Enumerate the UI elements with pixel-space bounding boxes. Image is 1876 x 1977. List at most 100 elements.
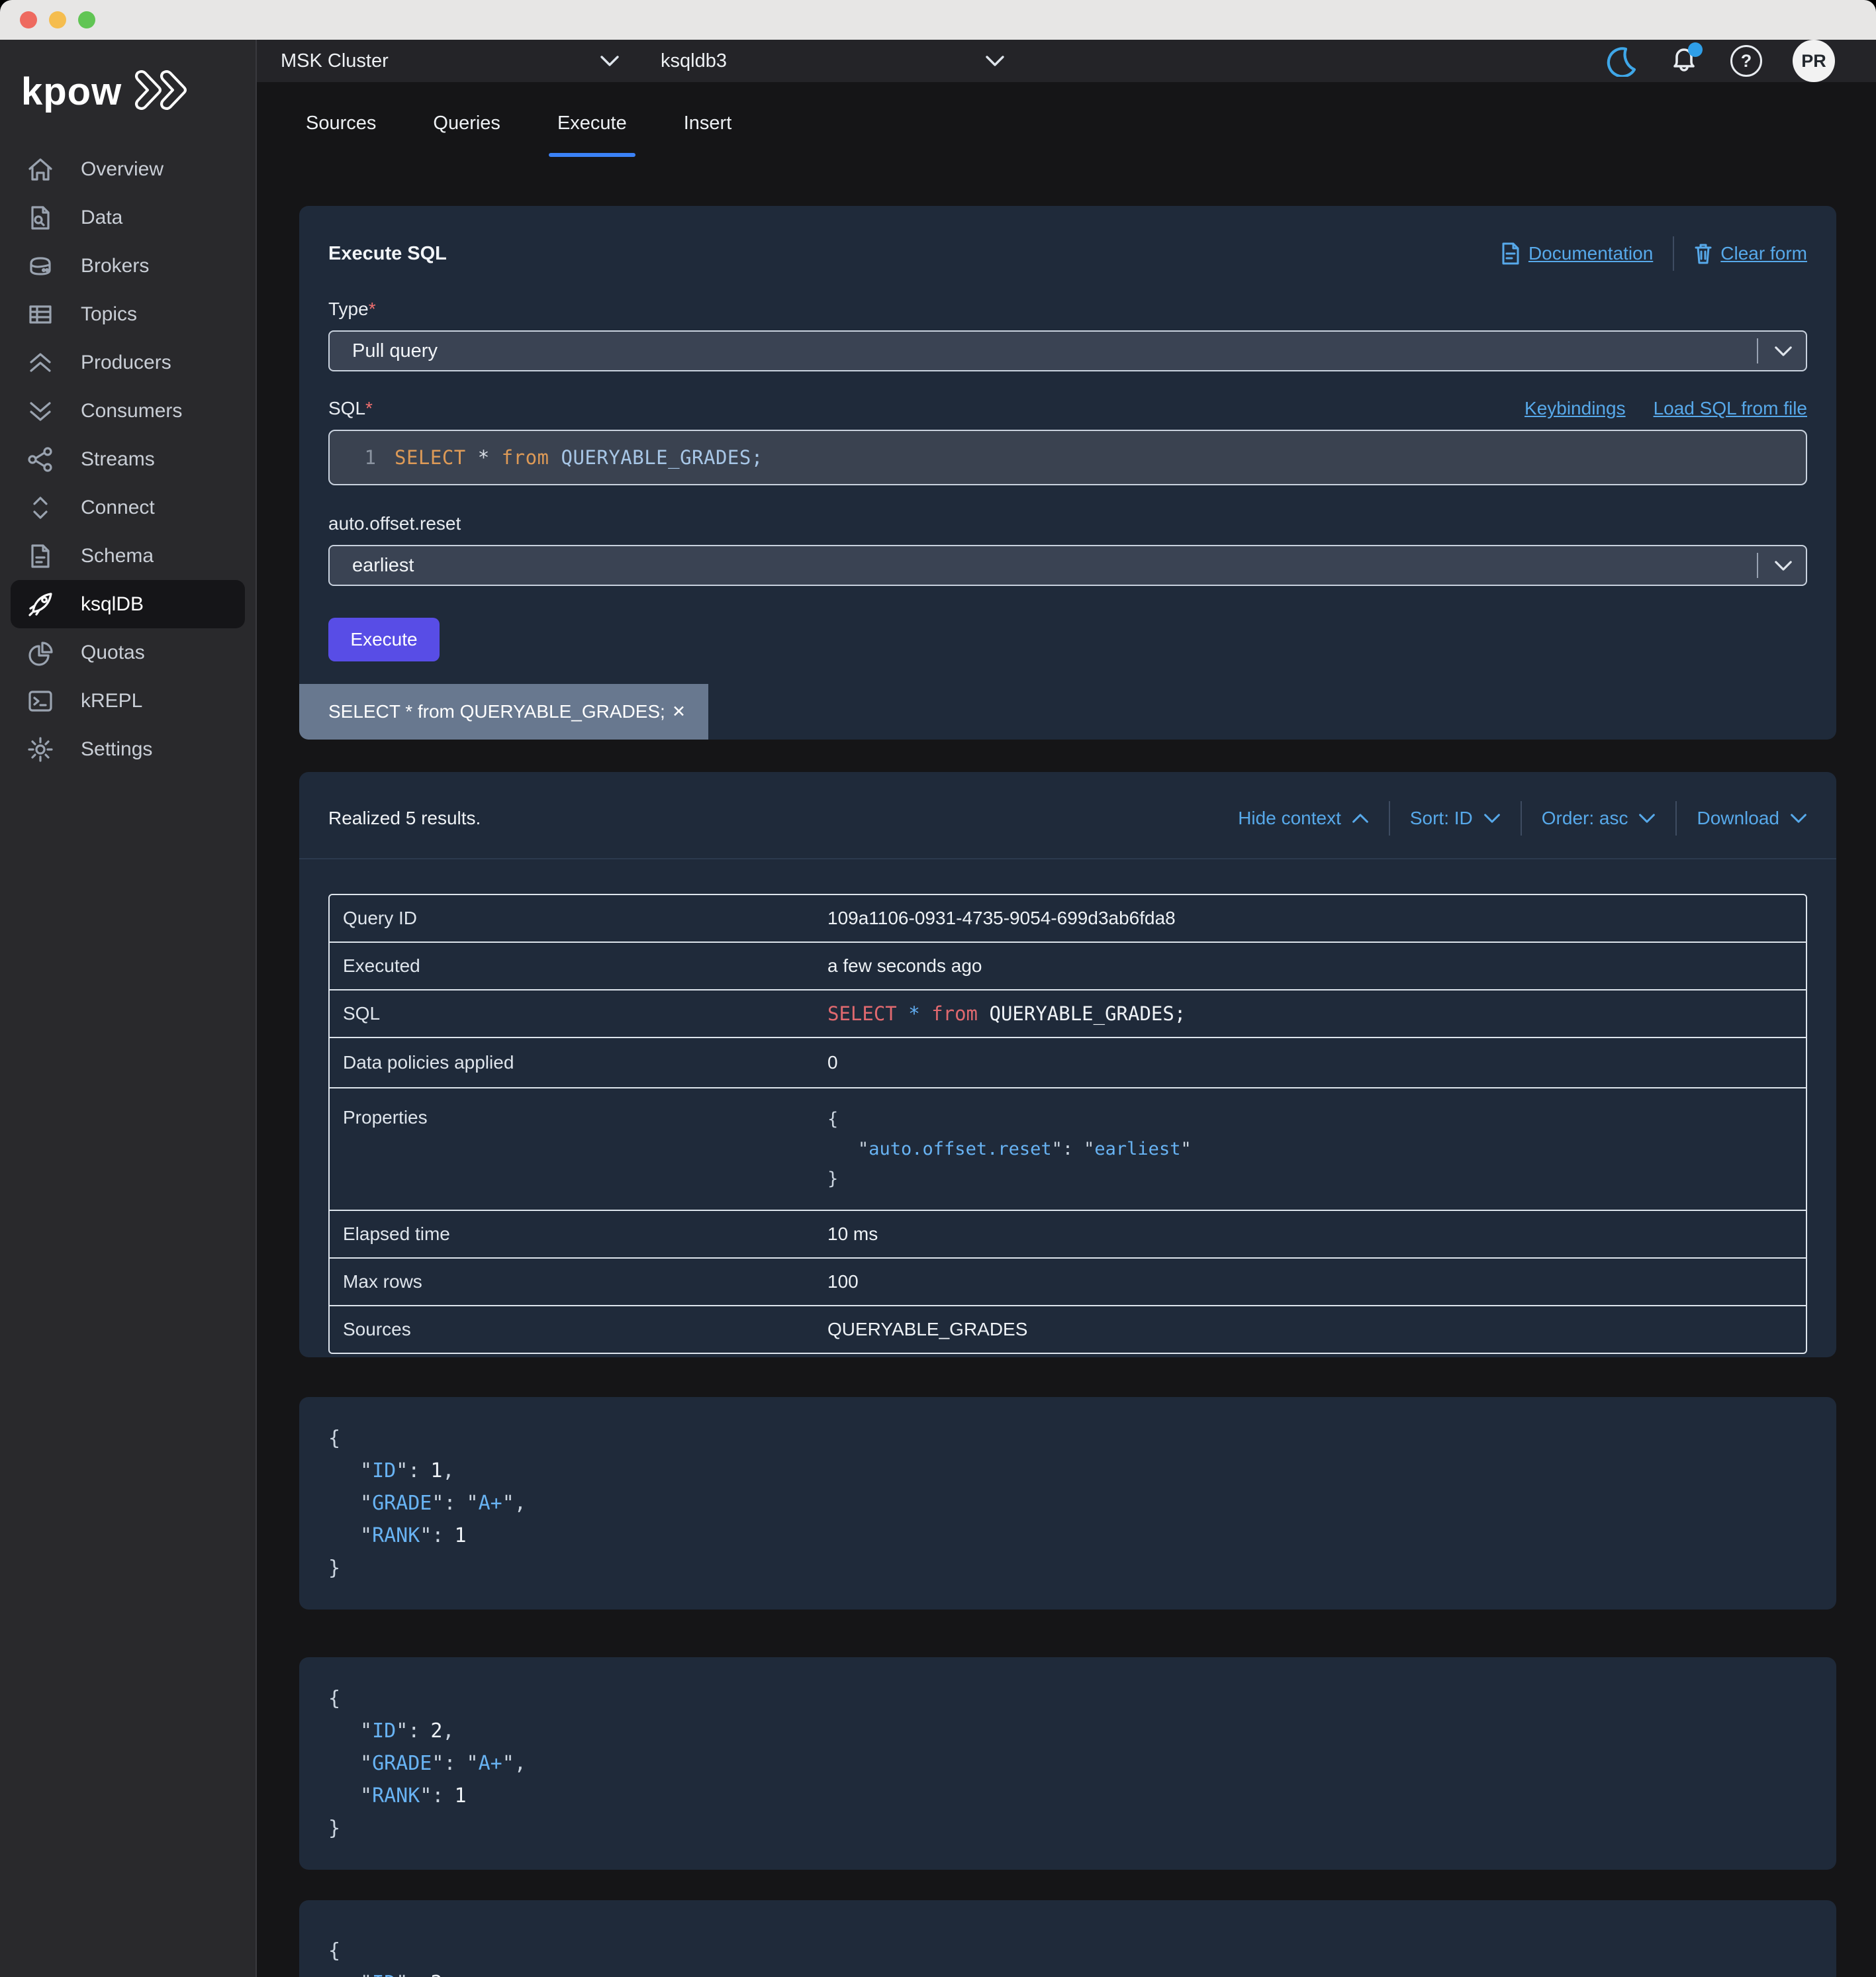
sql-code-editor[interactable]: 1 SELECT * from QUERYABLE_GRADES; <box>328 430 1807 485</box>
app-window: kpow Overview Data Brokers Topics Produc… <box>0 0 1876 1977</box>
table-row-properties: Properties { "auto.offset.reset": "earlie… <box>330 1087 1806 1210</box>
sort-select[interactable]: Sort: ID <box>1410 808 1501 829</box>
download-button[interactable]: Download <box>1697 808 1807 829</box>
question-mark-icon: ? <box>1730 45 1762 77</box>
share-network-icon <box>25 444 56 475</box>
notification-dot <box>1688 42 1703 57</box>
sidebar-item-consumers[interactable]: Consumers <box>11 387 245 435</box>
chevron-down-icon <box>1775 560 1792 571</box>
query-type-select[interactable]: Pull query <box>328 330 1807 371</box>
sidebar-item-label: Connect <box>81 496 155 518</box>
sidebar-item-label: Producers <box>81 351 171 373</box>
sidebar-item-label: Overview <box>81 158 164 180</box>
chevron-down-icon <box>600 56 619 66</box>
sidebar-item-label: Topics <box>81 303 138 325</box>
sidebar-item-schema[interactable]: Schema <box>11 532 245 580</box>
chevron-down-icon <box>986 56 1004 66</box>
keybindings-link[interactable]: Keybindings <box>1524 398 1626 419</box>
document-icon <box>25 541 56 571</box>
select-divider <box>1757 553 1758 578</box>
documentation-link[interactable]: Documentation <box>1501 242 1653 265</box>
editor-line-number: 1 <box>364 446 376 469</box>
offset-reset-select[interactable]: earliest <box>328 545 1807 586</box>
chevron-up-icon <box>1352 814 1368 823</box>
chevron-down-icon <box>1483 814 1500 823</box>
close-window-button[interactable] <box>20 11 37 28</box>
panel-title: Execute SQL <box>328 242 447 264</box>
sidebar-item-data[interactable]: Data <box>11 193 245 242</box>
result-record-card-1: { "ID": 1, "GRADE": "A+", "RANK": 1 } <box>299 1397 1836 1610</box>
execute-button[interactable]: Execute <box>328 618 440 661</box>
notifications-button[interactable] <box>1668 42 1703 77</box>
chevron-down-icon <box>1775 346 1792 356</box>
divider <box>299 858 1836 859</box>
result-record-card-3: { "ID":3, <box>299 1900 1836 1977</box>
rocket-icon <box>25 589 56 620</box>
sidebar-item-settings[interactable]: Settings <box>11 725 245 773</box>
sidebar-item-label: Brokers <box>81 254 150 277</box>
gear-icon <box>25 734 56 765</box>
editor-code-line: SELECT * from QUERYABLE_GRADES; <box>395 446 763 469</box>
topbar: MSK Cluster ksqldb3 ? PR <box>257 40 1876 82</box>
document-icon <box>1502 242 1519 265</box>
server-icon <box>25 251 56 281</box>
query-history-chip[interactable]: SELECT * from QUERYABLE_GRADES; ✕ <box>299 684 708 740</box>
sidebar: kpow Overview Data Brokers Topics Produc… <box>0 40 257 1977</box>
table-row-executed: Executed a few seconds ago <box>330 941 1806 989</box>
sidebar-item-topics[interactable]: Topics <box>11 290 245 338</box>
tab-queries[interactable]: Queries <box>432 113 502 157</box>
offset-field-label: auto.offset.reset <box>328 513 461 534</box>
cluster-select[interactable]: MSK Cluster <box>281 50 620 72</box>
result-record-card-2: { "ID": 2, "GRADE": "A+", "RANK": 1 } <box>299 1657 1836 1870</box>
macos-titlebar <box>0 0 1876 40</box>
sidebar-item-brokers[interactable]: Brokers <box>11 242 245 290</box>
document-search-icon <box>25 203 56 233</box>
required-marker: * <box>365 398 373 418</box>
order-select[interactable]: Order: asc <box>1542 808 1656 829</box>
divider <box>1388 801 1390 836</box>
execute-sql-panel: Execute SQL Documentation Clear form Typ… <box>299 206 1836 740</box>
sidebar-item-label: Streams <box>81 448 155 470</box>
tab-execute[interactable]: Execute <box>548 113 635 157</box>
clear-form-link[interactable]: Clear form <box>1694 243 1807 264</box>
sidebar-item-overview[interactable]: Overview <box>11 145 245 193</box>
tab-sources[interactable]: Sources <box>305 113 377 157</box>
query-history-bar: SELECT * from QUERYABLE_GRADES; ✕ <box>299 684 1836 740</box>
sidebar-item-label: Schema <box>81 544 154 567</box>
moon-icon <box>1607 47 1636 77</box>
kpow-logo[interactable]: kpow <box>21 69 256 115</box>
hide-context-button[interactable]: Hide context <box>1238 808 1369 829</box>
chevrons-up-down-icon <box>25 493 56 523</box>
sidebar-item-label: kREPL <box>81 689 143 712</box>
home-icon <box>25 154 56 185</box>
chevrons-up-icon <box>25 348 56 378</box>
query-context-table: Query ID 109a1106-0931-4735-9054-699d3ab… <box>328 894 1807 1354</box>
results-panel: Realized 5 results. Hide context Sort: I… <box>299 772 1836 1357</box>
content-area: Sources Queries Execute Insert Execute S… <box>257 82 1876 1977</box>
sidebar-item-quotas[interactable]: Quotas <box>11 628 245 677</box>
sidebar-item-streams[interactable]: Streams <box>11 435 245 483</box>
kpow-logo-text: kpow <box>21 70 122 113</box>
sidebar-item-krepl[interactable]: kREPL <box>11 677 245 725</box>
history-chip-label: SELECT * from QUERYABLE_GRADES; <box>328 701 665 722</box>
chevrons-down-icon <box>25 396 56 426</box>
sidebar-item-ksqldb[interactable]: ksqlDB <box>11 580 245 628</box>
query-type-value: Pull query <box>352 340 438 362</box>
properties-json: { "auto.offset.reset": "earliest" } <box>827 1109 1192 1189</box>
table-row-max-rows: Max rows 100 <box>330 1257 1806 1305</box>
sidebar-item-producers[interactable]: Producers <box>11 338 245 387</box>
sidebar-item-connect[interactable]: Connect <box>11 483 245 532</box>
load-sql-from-file-link[interactable]: Load SQL from file <box>1654 398 1807 419</box>
sidebar-nav: Overview Data Brokers Topics Producers C… <box>0 145 256 773</box>
select-divider <box>1757 338 1758 363</box>
help-button[interactable]: ? <box>1730 45 1762 77</box>
close-icon[interactable]: ✕ <box>672 702 686 722</box>
maximize-window-button[interactable] <box>78 11 95 28</box>
minimize-window-button[interactable] <box>49 11 66 28</box>
terminal-icon <box>25 686 56 716</box>
ksqldb-instance-select[interactable]: ksqldb3 <box>661 50 1005 72</box>
dark-mode-toggle[interactable] <box>1606 45 1638 77</box>
user-avatar[interactable]: PR <box>1793 40 1835 82</box>
tab-insert[interactable]: Insert <box>682 113 733 157</box>
table-row-sources: Sources QUERYABLE_GRADES <box>330 1305 1806 1353</box>
